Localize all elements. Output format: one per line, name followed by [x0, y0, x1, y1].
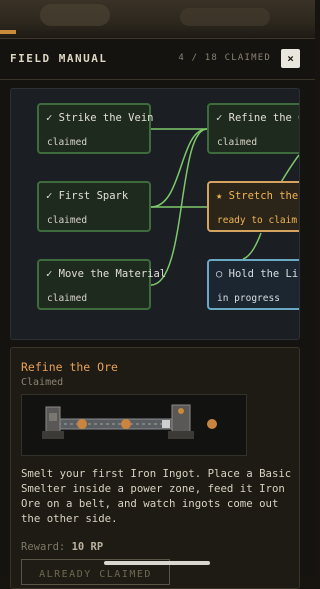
quest-node-refine-the-ore[interactable]: ✓ Refine the Ore claimed [207, 103, 299, 154]
iron-ore-icon [207, 419, 217, 429]
quest-detail-status: Claimed [21, 377, 64, 388]
quest-description: Smelt your first Iron Ingot. Place a Bas… [21, 467, 292, 525]
quest-node-title: ○ Hold the Line [216, 268, 299, 280]
quest-node-hold-the-line[interactable]: ○ Hold the Line in progress [207, 259, 299, 310]
quest-node-move-the-material[interactable]: ✓ Move the Material claimed [37, 259, 166, 310]
reward-value: 10 RP [71, 541, 104, 553]
quest-tree[interactable]: ✓ Strike the Vein claimed ✓ First Spark … [10, 88, 300, 340]
quest-node-status: claimed [47, 137, 88, 148]
quest-node-status: claimed [217, 137, 258, 148]
quest-node-title: ✓ Refine the Ore [216, 112, 299, 124]
quest-node-title: ★ Stretch the Line [216, 190, 299, 202]
quest-detail-title: Refine the Ore [21, 360, 118, 374]
quest-node-status: in progress [217, 293, 280, 304]
field-manual-panel: FIELD MANUAL 4 / 18 CLAIMED × ✓ Strike t… [0, 38, 315, 589]
quest-node-status: claimed [47, 215, 88, 226]
quest-node-status: ready to claim [217, 215, 298, 226]
world-rock [40, 4, 110, 26]
smelter-belt-illustration [42, 404, 217, 439]
panel-title: FIELD MANUAL [10, 52, 108, 65]
world-ember [0, 30, 16, 34]
home-indicator[interactable] [104, 561, 210, 565]
reward-label: Reward: [21, 541, 66, 553]
quest-reward: Reward: 10 RP [21, 541, 103, 553]
quest-preview-image [21, 394, 247, 456]
tree-link [242, 232, 262, 260]
quest-node-title: ✓ First Spark [46, 190, 129, 202]
iron-ore-icon [121, 419, 131, 429]
quest-node-first-spark[interactable]: ✓ First Spark claimed [37, 181, 151, 232]
iron-ore-icon [77, 419, 87, 429]
smelter-icon [168, 404, 194, 439]
quest-node-stretch-the-line[interactable]: ★ Stretch the Line ready to claim [207, 181, 299, 232]
quest-node-title: ✓ Strike the Vein [46, 112, 154, 124]
claimed-counter: 4 / 18 CLAIMED [178, 53, 271, 63]
panel-header: FIELD MANUAL 4 / 18 CLAIMED × [0, 39, 315, 80]
quest-detail-card: Refine the Ore Claimed Smelt your first … [10, 347, 300, 589]
ingot-icon [162, 420, 170, 428]
tree-link [150, 128, 208, 208]
game-world-background [0, 0, 315, 40]
quest-node-status: claimed [47, 293, 88, 304]
close-button[interactable]: × [281, 49, 300, 68]
quest-node-strike-the-vein[interactable]: ✓ Strike the Vein claimed [37, 103, 154, 154]
quest-node-title: ✓ Move the Material [46, 268, 167, 280]
world-rock [180, 8, 270, 26]
